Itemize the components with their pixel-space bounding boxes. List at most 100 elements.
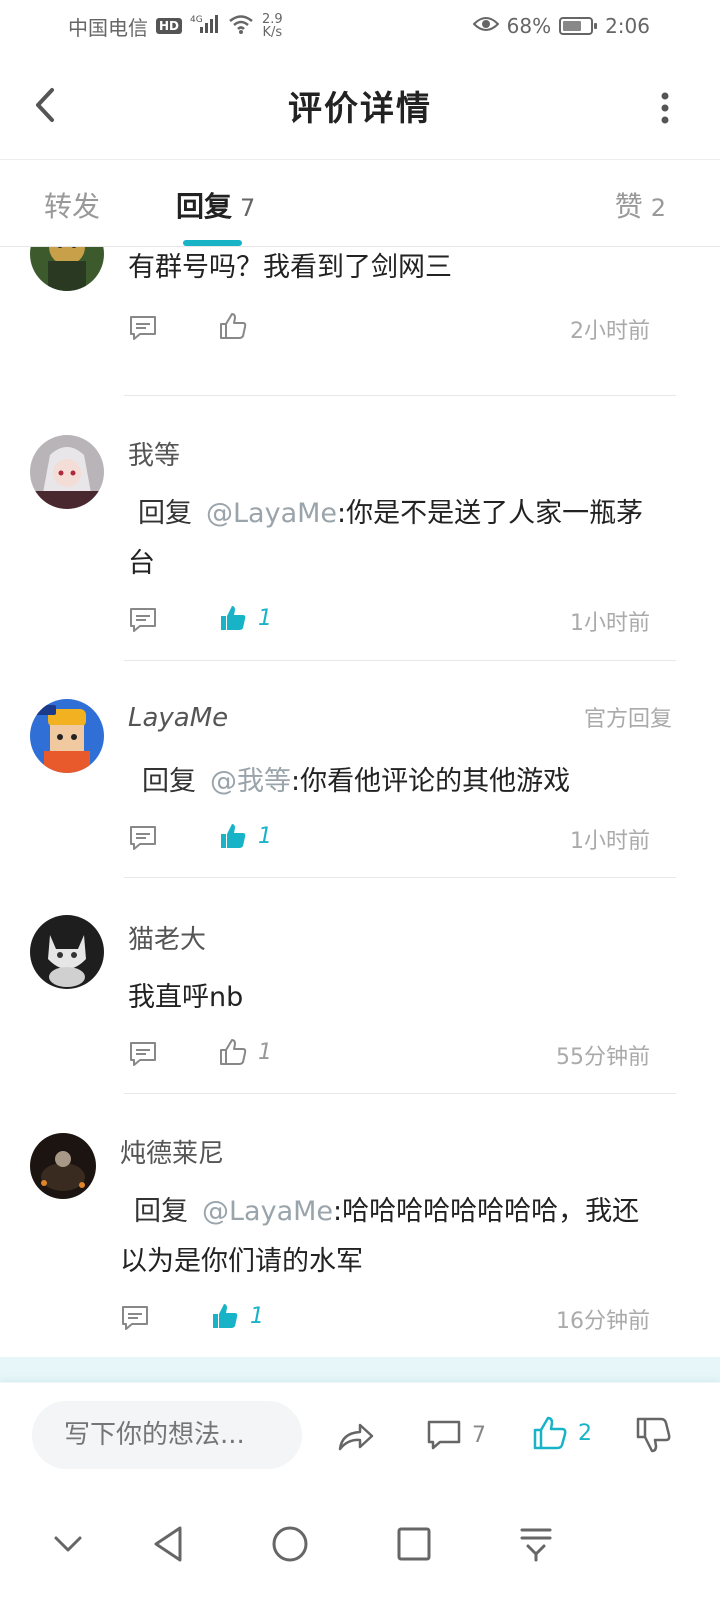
like-button[interactable]: 1 [218, 603, 272, 633]
more-options-button[interactable] [658, 88, 672, 128]
nav-collapse-button[interactable] [46, 1522, 90, 1566]
system-nav-bar [0, 1488, 720, 1600]
comment-icon [130, 608, 156, 632]
mention[interactable]: @LayaMe [202, 1196, 333, 1227]
comment-time: 1小时前 [570, 611, 650, 636]
reply-list[interactable]: 有群号吗？我看到了剑网三 2小时前 我等 回复 @LayaMe:你是不是送了人家… [0, 247, 720, 1382]
comment-text: 回复 @LayaMe:哈哈哈哈哈哈哈哈，我还以为是你们请的水军 [120, 1187, 664, 1287]
tab-like-count: 2 [650, 194, 666, 222]
bottom-action-bar: 7 2 [0, 1382, 720, 1488]
thumbs-up-filled-icon [221, 606, 246, 630]
tab-reply-count: 7 [240, 194, 256, 222]
reply-prefix: 回复 [142, 766, 196, 797]
comment-icon [130, 826, 156, 850]
comment-actions: 1 55分钟前 [128, 1039, 650, 1079]
reply-button[interactable] [128, 1039, 158, 1069]
divider [124, 395, 676, 396]
mention[interactable]: @我等 [210, 766, 291, 797]
comment-time: 16分钟前 [556, 1309, 650, 1334]
network-speed: 2.9 K/s [262, 13, 283, 39]
comment-text: 回复 @LayaMe:你是不是送了人家一瓶茅台 [128, 489, 664, 589]
active-tab-indicator [183, 240, 242, 246]
like-button[interactable]: 1 [218, 821, 272, 851]
comment-input[interactable] [32, 1401, 302, 1469]
chevron-down-icon [54, 1536, 82, 1552]
list-item: 我等 回复 @LayaMe:你是不是送了人家一瓶茅台 1 1小时前 [0, 397, 720, 663]
list-item: 猫老大 我直呼nb 1 55分钟前 [0, 879, 720, 1095]
comment-text: 有群号吗？我看到了剑网三 [128, 247, 664, 293]
share-button[interactable] [336, 1417, 376, 1457]
signal-icon: 4G [190, 13, 220, 40]
list-item: 有群号吗？我看到了剑网三 2小时前 [0, 247, 720, 397]
like-count: 1 [258, 823, 272, 849]
like-button[interactable]: 1 [210, 1301, 264, 1331]
square-recents-icon [397, 1527, 431, 1561]
username[interactable]: 猫老大 [128, 919, 206, 956]
like-count: 1 [258, 1039, 272, 1065]
avatar[interactable] [30, 699, 104, 773]
list-bottom-fade [0, 1357, 720, 1382]
triangle-back-icon [154, 1526, 182, 1562]
thumbs-up-filled-icon [213, 1304, 238, 1328]
status-bar: 中国电信 HD 4G 2.9 K/s 68% 2:06 [0, 0, 720, 52]
hd-badge: HD [156, 18, 183, 34]
avatar[interactable] [30, 1133, 96, 1199]
avatar[interactable] [30, 435, 104, 509]
tab-reply[interactable]: 回复 7 [176, 185, 255, 225]
page-title: 评价详情 [288, 89, 432, 129]
comment-actions: 1 16分钟前 [120, 1303, 650, 1343]
tab-bar: 转发 回复 7 赞2 [0, 161, 720, 247]
like-button[interactable]: 1 [218, 1037, 272, 1067]
comment-actions: 2小时前 [128, 313, 650, 353]
comment-icon [122, 1306, 148, 1330]
mention[interactable]: @LayaMe [206, 498, 337, 529]
reply-button[interactable] [128, 823, 158, 853]
list-item: 炖德莱尼 回复 @LayaMe:哈哈哈哈哈哈哈哈，我还以为是你们请的水军 1 1… [0, 1095, 720, 1361]
app-root: 中国电信 HD 4G 2.9 K/s 68% 2:06 评价详情 转发 回复 7… [0, 0, 720, 1600]
comment-icon [427, 1420, 461, 1450]
thumbs-up-icon [533, 1416, 567, 1450]
carrier-name: 中国电信 [68, 15, 148, 40]
status-left: 中国电信 HD 4G 2.9 K/s [68, 12, 283, 41]
battery-percent: 68% [506, 14, 552, 38]
tab-forward[interactable]: 转发 [44, 185, 100, 225]
reply-button[interactable] [128, 605, 158, 635]
nav-notification-button[interactable] [514, 1522, 558, 1566]
username[interactable]: LayaMe [128, 703, 228, 733]
reply-button[interactable] [128, 313, 158, 343]
thumbs-up-icon [220, 1039, 247, 1065]
like-count: 1 [250, 1303, 264, 1329]
avatar[interactable] [30, 915, 104, 989]
comment-time: 55分钟前 [556, 1045, 650, 1070]
comment-body: :哈哈哈哈哈哈哈哈，我还以为是你们请的水军 [120, 1196, 640, 1277]
like-count: 2 [578, 1420, 592, 1446]
nav-recents-button[interactable] [392, 1522, 436, 1566]
network-type: 4G [190, 15, 203, 25]
like-count-button[interactable]: 2 [532, 1415, 592, 1451]
official-reply-badge: 官方回复 [583, 707, 672, 732]
like-button[interactable] [218, 311, 258, 341]
circle-home-icon [272, 1526, 308, 1562]
username[interactable]: 我等 [128, 435, 180, 472]
comment-time: 2小时前 [570, 319, 650, 344]
comment-time: 1小时前 [570, 829, 650, 854]
comment-text: 我直呼nb [128, 973, 664, 1023]
avatar[interactable] [30, 247, 104, 291]
battery-icon [559, 17, 598, 35]
status-right: 68% 2:06 [472, 14, 650, 38]
dislike-button[interactable] [634, 1415, 674, 1455]
reply-prefix: 回复 [138, 498, 192, 529]
thumbs-up-icon [220, 313, 247, 339]
reply-button[interactable] [120, 1303, 150, 1333]
network-speed-unit: K/s [262, 25, 283, 40]
comment-actions: 1 1小时前 [128, 605, 650, 645]
back-button[interactable] [28, 82, 64, 128]
tab-like[interactable]: 赞2 [615, 185, 666, 225]
list-item: LayaMe 官方回复 回复 @我等:你看他评论的其他游戏 1 1小时前 [0, 663, 720, 879]
nav-home-button[interactable] [268, 1522, 312, 1566]
tab-like-label: 赞 [614, 190, 643, 223]
nav-back-button[interactable] [148, 1522, 192, 1566]
share-icon [338, 1423, 374, 1451]
username[interactable]: 炖德莱尼 [120, 1133, 224, 1170]
comment-count-button[interactable]: 7 [426, 1417, 486, 1453]
